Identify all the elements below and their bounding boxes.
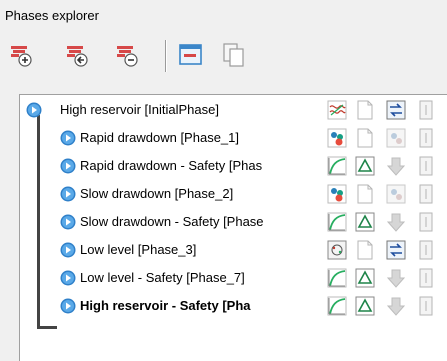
phase-node-icon: [60, 270, 76, 286]
flow-faded-icon[interactable]: [385, 183, 407, 205]
phase-node-icon: [60, 298, 76, 314]
phase-label: Rapid drawdown [Phase_1]: [80, 130, 239, 145]
col4-icon[interactable]: [416, 267, 438, 289]
col4-icon[interactable]: [416, 127, 438, 149]
edit-phase-button[interactable]: [178, 42, 204, 68]
col4-icon[interactable]: [416, 99, 438, 121]
phase-node-icon: [60, 158, 76, 174]
phase-row[interactable]: Rapid drawdown [Phase_1]: [20, 124, 447, 152]
col4-icon[interactable]: [416, 239, 438, 261]
add-phase-button[interactable]: [9, 42, 35, 68]
flow-icon[interactable]: [385, 239, 407, 261]
phase-row[interactable]: High reservoir [InitialPhase]: [20, 96, 447, 124]
phase-row[interactable]: Slow drawdown [Phase_2]: [20, 180, 447, 208]
phase-label: Low level [Phase_3]: [80, 242, 197, 257]
arrow-down-icon[interactable]: [385, 295, 407, 317]
flow-icon[interactable]: [385, 99, 407, 121]
toolbar-separator: [165, 40, 167, 72]
phase-row[interactable]: Slow drawdown - Safety [Phase: [20, 208, 447, 236]
phase-row[interactable]: Low level [Phase_3]: [20, 236, 447, 264]
phase-label: Slow drawdown [Phase_2]: [80, 186, 234, 201]
phase-row[interactable]: High reservoir - Safety [Pha: [20, 292, 447, 320]
page-icon[interactable]: [354, 127, 376, 149]
insert-phase-icon: [67, 46, 88, 67]
safety-curve-icon[interactable]: [326, 155, 348, 177]
phase-tree: High reservoir [InitialPhase] Rapid drawd…: [19, 94, 447, 361]
phase-node-icon: [26, 102, 42, 118]
arrow-down-icon[interactable]: [385, 211, 407, 233]
panel-title: Phases explorer: [5, 8, 99, 23]
initial-stress-icon[interactable]: [326, 99, 348, 121]
delete-phase-icon: [117, 46, 138, 67]
edit-phase-icon: [179, 44, 202, 65]
delta-icon[interactable]: [354, 267, 376, 289]
page-icon[interactable]: [354, 183, 376, 205]
consolidation-icon[interactable]: [326, 127, 348, 149]
arrow-down-icon[interactable]: [385, 155, 407, 177]
col4-icon[interactable]: [416, 183, 438, 205]
phase-node-icon: [60, 186, 76, 202]
page-icon[interactable]: [354, 239, 376, 261]
plastic-icon[interactable]: [326, 239, 348, 261]
phase-node-icon: [60, 130, 76, 146]
insert-phase-button[interactable]: [65, 42, 91, 68]
phase-label: Rapid drawdown - Safety [Phas: [80, 158, 263, 173]
phase-node-icon: [60, 242, 76, 258]
phase-row[interactable]: Low level - Safety [Phase_7]: [20, 264, 447, 292]
phase-node-icon: [60, 214, 76, 230]
safety-curve-icon[interactable]: [326, 267, 348, 289]
delta-icon[interactable]: [354, 155, 376, 177]
phase-label: Low level - Safety [Phase_7]: [80, 270, 245, 285]
phase-label: Slow drawdown - Safety [Phase: [80, 214, 264, 229]
add-phase-icon: [11, 46, 32, 67]
tree-connector: [37, 326, 57, 329]
phase-row[interactable]: Rapid drawdown - Safety [Phas: [20, 152, 447, 180]
safety-curve-icon[interactable]: [326, 295, 348, 317]
phase-label: High reservoir [InitialPhase]: [60, 102, 219, 117]
col4-icon[interactable]: [416, 211, 438, 233]
phase-label: High reservoir - Safety [Pha: [80, 298, 251, 313]
col4-icon[interactable]: [416, 295, 438, 317]
copy-phase-button[interactable]: [221, 42, 247, 68]
consolidation-icon[interactable]: [326, 183, 348, 205]
delta-icon[interactable]: [354, 211, 376, 233]
arrow-down-icon[interactable]: [385, 267, 407, 289]
delta-icon[interactable]: [354, 295, 376, 317]
safety-curve-icon[interactable]: [326, 211, 348, 233]
page-icon[interactable]: [354, 99, 376, 121]
toolbar: [0, 36, 447, 86]
flow-faded-icon[interactable]: [385, 127, 407, 149]
copy-phase-icon: [223, 43, 244, 67]
col4-icon[interactable]: [416, 155, 438, 177]
delete-phase-button[interactable]: [115, 42, 141, 68]
